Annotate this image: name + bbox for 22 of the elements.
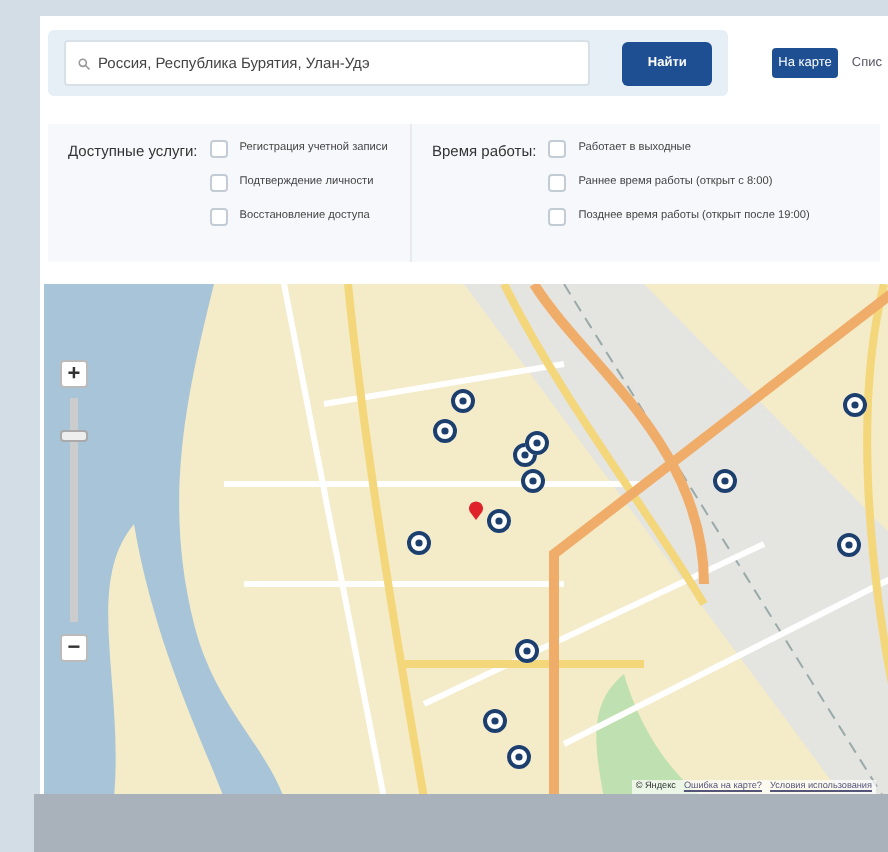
search-icon — [78, 57, 90, 69]
pin-icon[interactable] — [468, 500, 484, 520]
checkbox[interactable] — [209, 208, 228, 226]
location-marker-icon[interactable] — [836, 532, 862, 558]
location-marker-icon[interactable] — [514, 638, 540, 664]
checkbox[interactable] — [209, 140, 228, 158]
zoom-in-button[interactable]: + — [60, 360, 88, 388]
location-marker-icon[interactable] — [486, 508, 512, 534]
location-marker-icon[interactable] — [524, 430, 550, 456]
checkbox[interactable] — [548, 208, 567, 226]
location-marker-icon[interactable] — [406, 530, 432, 556]
location-marker-icon[interactable] — [520, 468, 546, 494]
location-marker-icon[interactable] — [842, 392, 868, 418]
checkbox[interactable] — [548, 140, 567, 158]
location-marker-icon[interactable] — [432, 418, 458, 444]
location-marker-icon[interactable] — [712, 468, 738, 494]
checkbox[interactable] — [209, 174, 228, 192]
location-marker-icon[interactable] — [506, 744, 532, 770]
location-marker-icon[interactable] — [482, 708, 508, 734]
checkbox[interactable] — [548, 174, 567, 192]
location-marker-icon[interactable] — [450, 388, 476, 414]
zoom-out-button[interactable]: − — [60, 634, 88, 662]
